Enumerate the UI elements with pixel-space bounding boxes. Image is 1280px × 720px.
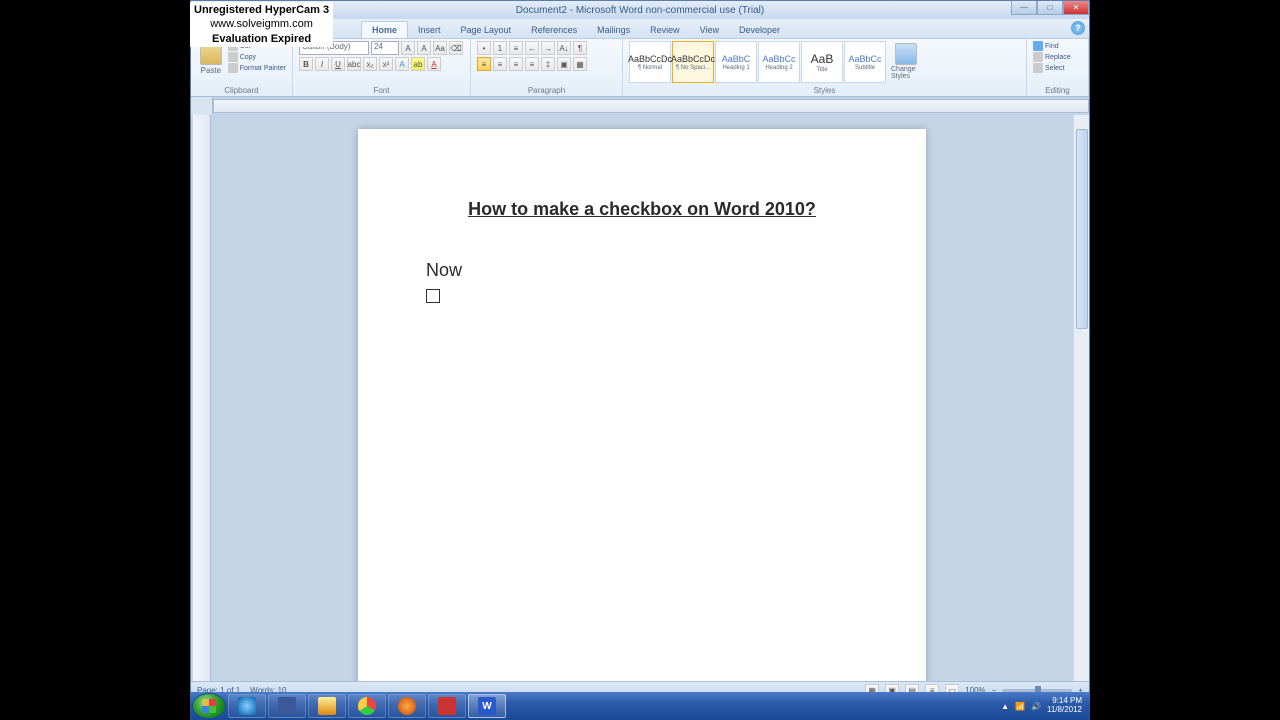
tab-insert[interactable]: Insert	[408, 22, 451, 38]
windows-taskbar: W ▲ 📶 🔊 9:14 PM 11/8/2012	[190, 692, 1090, 720]
bold-button[interactable]: B	[299, 57, 313, 71]
group-editing-label: Editing	[1033, 86, 1082, 96]
facebook-icon	[278, 697, 296, 715]
document-workspace: How to make a checkbox on Word 2010? Now	[191, 115, 1089, 681]
change-case-button[interactable]: Aa	[433, 41, 447, 55]
hypercam-watermark: Unregistered HyperCam 3 www.solveigmm.co…	[190, 2, 333, 47]
grow-font-button[interactable]: A	[401, 41, 415, 55]
find-icon	[1033, 41, 1043, 51]
group-paragraph-label: Paragraph	[477, 86, 616, 96]
taskbar-app[interactable]	[428, 694, 466, 718]
tab-view[interactable]: View	[690, 22, 729, 38]
system-tray[interactable]: ▲ 📶 🔊 9:14 PM 11/8/2012	[1001, 697, 1088, 715]
group-clipboard-label: Clipboard	[197, 86, 286, 96]
maximize-button[interactable]: □	[1037, 1, 1063, 15]
tab-references[interactable]: References	[521, 22, 587, 38]
subscript-button[interactable]: x₂	[363, 57, 377, 71]
borders-button[interactable]: ▦	[573, 57, 587, 71]
sort-button[interactable]: A↓	[557, 41, 571, 55]
window-title: Document2 - Microsoft Word non-commercia…	[516, 5, 764, 16]
chrome-icon	[358, 697, 376, 715]
copy-icon	[228, 52, 238, 62]
vertical-scrollbar[interactable]	[1073, 115, 1089, 681]
taskbar-media-player[interactable]	[388, 694, 426, 718]
word-window: Document2 - Microsoft Word non-commercia…	[190, 0, 1090, 700]
superscript-button[interactable]: x²	[379, 57, 393, 71]
shrink-font-button[interactable]: A	[417, 41, 431, 55]
brush-icon	[228, 63, 238, 73]
italic-button[interactable]: I	[315, 57, 329, 71]
bullets-button[interactable]: •	[477, 41, 491, 55]
highlight-button[interactable]: ab	[411, 57, 425, 71]
replace-icon	[1033, 52, 1043, 62]
style-subtitle[interactable]: AaBbCcSubtitle	[844, 41, 886, 83]
scroll-thumb[interactable]	[1076, 129, 1088, 329]
shading-button[interactable]: ▣	[557, 57, 571, 71]
document-heading: How to make a checkbox on Word 2010?	[426, 199, 858, 220]
show-marks-button[interactable]: ¶	[573, 41, 587, 55]
justify-button[interactable]: ≡	[525, 57, 539, 71]
ruler-horizontal-area	[191, 97, 1089, 115]
checkbox-content-control[interactable]	[426, 289, 440, 303]
text-effects-button[interactable]: A	[395, 57, 409, 71]
close-button[interactable]: ✕	[1063, 1, 1089, 15]
tab-page-layout[interactable]: Page Layout	[451, 22, 522, 38]
select-icon	[1033, 63, 1043, 73]
change-styles-icon	[895, 43, 917, 65]
find-button[interactable]: Find	[1033, 41, 1071, 51]
align-center-button[interactable]: ≡	[493, 57, 507, 71]
tray-clock[interactable]: 9:14 PM 11/8/2012	[1047, 697, 1082, 715]
tray-network-icon[interactable]: 📶	[1015, 702, 1025, 711]
group-styles-label: Styles	[629, 86, 1020, 96]
help-icon[interactable]: ?	[1071, 21, 1085, 35]
replace-button[interactable]: Replace	[1033, 52, 1071, 62]
ribbon: Paste Cut Copy Format Painter Clipboard …	[191, 39, 1089, 97]
style-title[interactable]: AaBTitle	[801, 41, 843, 83]
tab-home[interactable]: Home	[361, 21, 408, 38]
app-icon	[438, 697, 456, 715]
multilevel-button[interactable]: ≡	[509, 41, 523, 55]
numbering-button[interactable]: 1	[493, 41, 507, 55]
wmp-icon	[398, 697, 416, 715]
tray-chevron-icon[interactable]: ▲	[1001, 702, 1009, 711]
taskbar-word[interactable]: W	[468, 694, 506, 718]
tab-review[interactable]: Review	[640, 22, 690, 38]
document-page[interactable]: How to make a checkbox on Word 2010? Now	[358, 129, 926, 681]
font-size-select[interactable]: 24	[371, 41, 399, 55]
align-left-button[interactable]: ≡	[477, 57, 491, 71]
style-normal[interactable]: AaBbCcDc¶ Normal	[629, 41, 671, 83]
decrease-indent-button[interactable]: ←	[525, 41, 539, 55]
strikethrough-button[interactable]: abc	[347, 57, 361, 71]
word-icon: W	[478, 697, 496, 715]
increase-indent-button[interactable]: →	[541, 41, 555, 55]
minimize-button[interactable]: —	[1011, 1, 1037, 15]
style-heading2[interactable]: AaBbCcHeading 2	[758, 41, 800, 83]
font-color-button[interactable]: A	[427, 57, 441, 71]
line-spacing-button[interactable]: ‡	[541, 57, 555, 71]
underline-button[interactable]: U	[331, 57, 345, 71]
taskbar-facebook[interactable]	[268, 694, 306, 718]
align-right-button[interactable]: ≡	[509, 57, 523, 71]
tray-volume-icon[interactable]: 🔊	[1031, 702, 1041, 711]
ie-icon	[238, 697, 256, 715]
change-styles-button[interactable]: Change Styles	[889, 41, 923, 82]
ruler-horizontal[interactable]	[213, 99, 1089, 113]
folder-icon	[318, 697, 336, 715]
taskbar-explorer[interactable]	[308, 694, 346, 718]
taskbar-chrome[interactable]	[348, 694, 386, 718]
styles-gallery[interactable]: AaBbCcDc¶ Normal AaBbCcDc¶ No Spaci... A…	[629, 41, 886, 83]
style-no-spacing[interactable]: AaBbCcDc¶ No Spaci...	[672, 41, 714, 83]
copy-button[interactable]: Copy	[228, 52, 286, 62]
tab-developer[interactable]: Developer	[729, 22, 790, 38]
style-heading1[interactable]: AaBbCHeading 1	[715, 41, 757, 83]
select-button[interactable]: Select	[1033, 63, 1071, 73]
format-painter-button[interactable]: Format Painter	[228, 63, 286, 73]
start-button[interactable]	[192, 693, 226, 719]
tab-mailings[interactable]: Mailings	[587, 22, 640, 38]
clear-formatting-button[interactable]: ⌫	[449, 41, 463, 55]
document-text: Now	[426, 260, 858, 281]
group-font-label: Font	[299, 86, 464, 96]
taskbar-ie[interactable]	[228, 694, 266, 718]
ruler-vertical[interactable]	[193, 115, 211, 681]
